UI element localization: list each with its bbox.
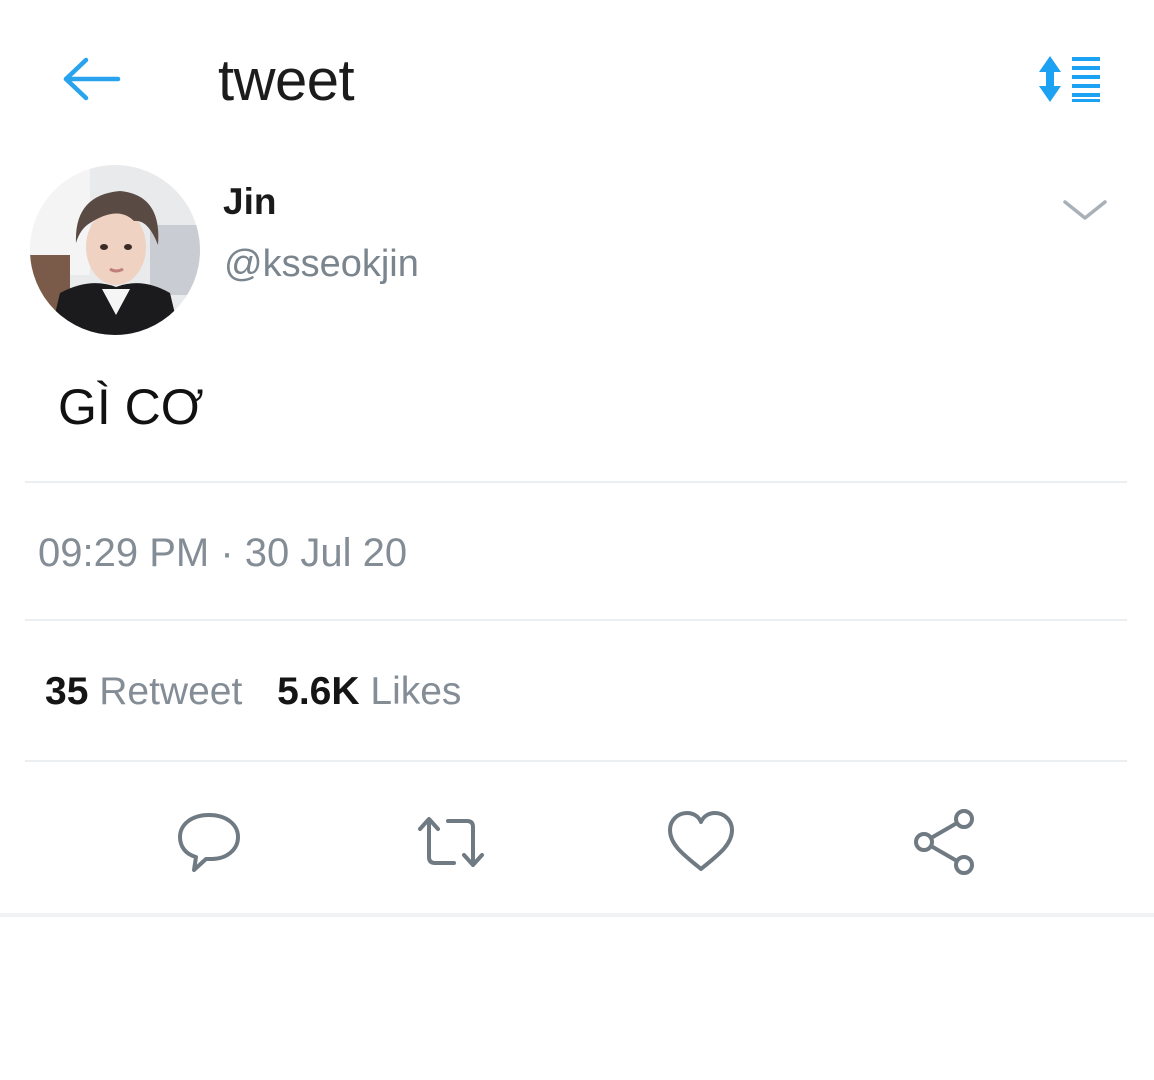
- tweet-author: Jin @ksseokjin: [30, 165, 1130, 340]
- reply-button[interactable]: [172, 805, 246, 879]
- author-name[interactable]: Jin: [223, 180, 276, 224]
- comment-bubble-icon: [178, 813, 240, 872]
- retweet-stat[interactable]: 35 Retweet: [45, 666, 242, 718]
- retweet-count: 35: [45, 670, 89, 713]
- retweet-icon: [418, 817, 484, 867]
- sort-list-icon: [1039, 56, 1100, 102]
- back-button[interactable]: [58, 52, 124, 106]
- sort-button[interactable]: [1034, 54, 1106, 104]
- chevron-down-icon: [1063, 200, 1107, 220]
- divider: [25, 481, 1127, 483]
- avatar[interactable]: [30, 165, 200, 335]
- page-title: tweet: [218, 48, 355, 113]
- section-divider: [0, 913, 1154, 917]
- top-bar: tweet: [0, 0, 1154, 150]
- tweet-text: GÌ CƠ: [58, 379, 204, 435]
- divider: [25, 760, 1127, 762]
- like-button[interactable]: [664, 805, 738, 879]
- arrow-left-icon: [63, 57, 121, 101]
- likes-stat[interactable]: 5.6K Likes: [277, 666, 461, 718]
- retweet-button[interactable]: [414, 805, 488, 879]
- heart-icon: [668, 811, 734, 871]
- share-button[interactable]: [910, 805, 984, 879]
- divider: [25, 619, 1127, 621]
- user-avatar-photo: [30, 165, 200, 335]
- likes-label: Likes: [370, 670, 462, 713]
- tweet-timestamp: 09:29 PM · 30 Jul 20: [38, 531, 408, 575]
- author-handle[interactable]: @ksseokjin: [224, 240, 419, 288]
- tweet-menu-button[interactable]: [1055, 190, 1115, 230]
- retweet-label: Retweet: [99, 670, 243, 713]
- share-nodes-icon: [914, 809, 974, 875]
- tweet-stats: 35 Retweet 5.6K Likes: [45, 666, 461, 718]
- likes-count: 5.6K: [277, 670, 360, 713]
